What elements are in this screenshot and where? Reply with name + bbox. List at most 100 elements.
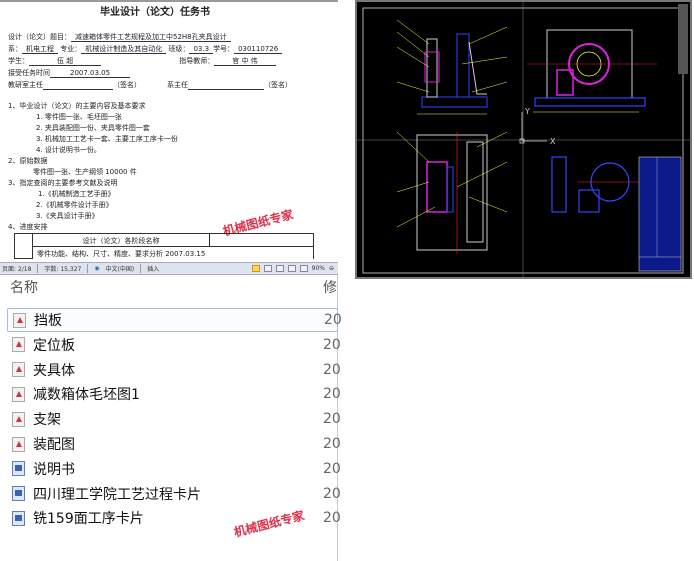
label: 专业： (60, 45, 82, 53)
word-file-icon (12, 486, 25, 502)
label: 学号： (213, 45, 235, 53)
list-item: 1. 零件图一张、毛坯图一张 (36, 113, 122, 121)
section-2-text: 零件图一张、生产纲领 10000 件 (33, 168, 137, 176)
label: 教研室主任 (8, 81, 43, 89)
top-view (416, 132, 488, 254)
label: 系： (8, 45, 22, 53)
word-count[interactable]: 字数: 15,327 (44, 264, 81, 273)
file-item[interactable]: 支架 20 (7, 407, 341, 431)
dept-value: 机电工程 (22, 45, 58, 54)
label: 学生： (8, 57, 29, 65)
date-line: 接受任务时间 2007.03.05 (8, 68, 131, 78)
word-file-icon (12, 510, 25, 526)
section-2: 2、原始数据 (8, 157, 48, 165)
file-item[interactable]: 四川理工学院工艺过程卡片 20 (7, 482, 341, 506)
file-date: 20 (323, 485, 341, 502)
front-view (417, 33, 488, 115)
language[interactable]: 中文(中国) (106, 264, 135, 273)
major-value: 机械设计制造及其自动化 (81, 45, 167, 54)
label: 接受任务时间 (8, 69, 50, 77)
file-name: 支架 (33, 412, 61, 429)
dwg-file-icon (13, 312, 26, 328)
file-date: 20 (323, 510, 341, 527)
dwg-file-icon (12, 411, 25, 427)
class-value: 03.3 (189, 45, 214, 54)
file-item[interactable]: 挡板 20 (7, 308, 342, 332)
file-name: 夹具体 (33, 362, 75, 379)
topic-line: 设计（论文）题目： 减速箱体零件工艺规程及加工中52H8孔夹具设计 (8, 32, 231, 42)
insert-mode[interactable]: 插入 (147, 264, 159, 273)
word-file-icon (12, 461, 25, 477)
file-list: 名称 修 挡板 20 定位板 20 夹具体 20 减数箱体毛坯图1 20 支架 20 装配图 20 说明… (0, 275, 342, 561)
topic-value: 减速箱体零件工艺规程及加工中52H8孔夹具设计 (71, 33, 231, 42)
list-item: 3.《夹具设计手册》 (36, 212, 99, 220)
file-name: 装配图 (33, 437, 75, 453)
print-layout-button[interactable] (251, 265, 260, 272)
file-date: 20 (323, 361, 341, 378)
dwg-file-icon (12, 362, 25, 378)
web-layout-button[interactable] (275, 265, 284, 272)
list-item: 2. 夹具装配图一份、夹具零件图一套 (36, 124, 150, 132)
dwg-file-icon (12, 436, 25, 452)
axis-x-label: X (550, 137, 556, 146)
file-name: 四川理工学院工艺过程卡片 (33, 486, 201, 503)
file-date: 20 (323, 411, 341, 428)
label: 指导教师： (179, 57, 215, 65)
draft-button[interactable] (299, 265, 308, 272)
cad-drawing-view[interactable]: Y X (355, 0, 692, 279)
file-date: 20 (323, 386, 341, 403)
file-item[interactable]: 夹具体 20 (7, 358, 341, 382)
word-document: 毕业设计（论文）任务书 设计（论文）题目： 减速箱体零件工艺规程及加工中52H8孔… (0, 0, 338, 262)
file-name: 减数箱体毛坯图1 (33, 387, 140, 404)
side-view (527, 29, 657, 113)
label: 设计（论文）题目： (8, 33, 71, 41)
dwg-file-icon (12, 337, 25, 353)
label: （签名） (264, 81, 292, 89)
list-item: 3. 机械加工工艺卡一套、主要工序工序卡一份 (36, 135, 178, 143)
column-modified[interactable]: 修 (323, 277, 337, 297)
file-item[interactable]: 减数箱体毛坯图1 20 (7, 382, 341, 406)
outline-button[interactable] (287, 265, 296, 272)
list-item: 2.《机械零件设计手册》 (36, 201, 113, 209)
zoom-out-icon[interactable]: ⊖ (329, 265, 334, 272)
file-date: 20 (323, 460, 341, 477)
file-date: 20 (323, 336, 341, 353)
scrollbar[interactable] (678, 4, 688, 74)
list-item: 4. 设计说明书一份。 (36, 146, 101, 154)
advisor-value: 官 中 伟 (214, 57, 276, 66)
page-count[interactable]: 页面: 2/18 (2, 264, 31, 273)
table-row: 零件功能、结构、尺寸、精度、要求分析 2007.03.15 (33, 246, 313, 261)
student-value: 伍 超 (29, 57, 102, 66)
file-item[interactable]: 定位板 20 (7, 333, 341, 357)
globe-icon[interactable]: ◉ (94, 265, 99, 272)
leader-lines (396, 19, 508, 228)
section-3: 3、指定查阅的主要参考文献及说明 (8, 179, 118, 187)
file-name: 定位板 (33, 337, 75, 354)
axis-y-label: Y (524, 107, 530, 116)
section-4: 4、进度安排 (8, 223, 48, 231)
id-value: 030110726 (234, 45, 283, 54)
label: （签名） (113, 81, 141, 89)
list-item: 1.《机械制造工艺手册》 (38, 190, 115, 198)
ucs-icon (519, 112, 547, 144)
file-name: 说明书 (33, 461, 75, 478)
dept-line: 系： 机电工程 专业： 机械设计制造及其自动化 班级： 03.3 学号： 03011072… (8, 44, 283, 54)
zoom-level[interactable]: 90% (312, 265, 325, 272)
dwg-file-icon (12, 386, 25, 402)
file-item[interactable]: 装配图 20 (7, 432, 341, 456)
column-name[interactable]: 名称 (10, 277, 38, 297)
section-1: 1、毕业设计（论文）的主要内容及基本要求 (8, 102, 146, 110)
full-screen-button[interactable] (263, 265, 272, 272)
file-name: 铣159面工序卡片 (33, 511, 144, 528)
title-block (638, 156, 682, 272)
label: 系主任 (167, 81, 188, 89)
file-date: 20 (323, 436, 341, 452)
label: 班级： (168, 45, 190, 53)
assembly-drawing: Y X (357, 2, 690, 277)
file-name: 挡板 (34, 313, 62, 329)
file-item[interactable]: 说明书 20 (7, 457, 341, 481)
doc-title: 毕业设计（论文）任务书 (100, 7, 210, 18)
student-line: 学生：伍 超 指导教师：官 中 伟 (8, 56, 276, 66)
file-date: 20 (324, 312, 342, 328)
schedule-table: 设计（论文）各阶段名称 零件功能、结构、尺寸、精度、要求分析 2007.03.1… (14, 233, 314, 261)
